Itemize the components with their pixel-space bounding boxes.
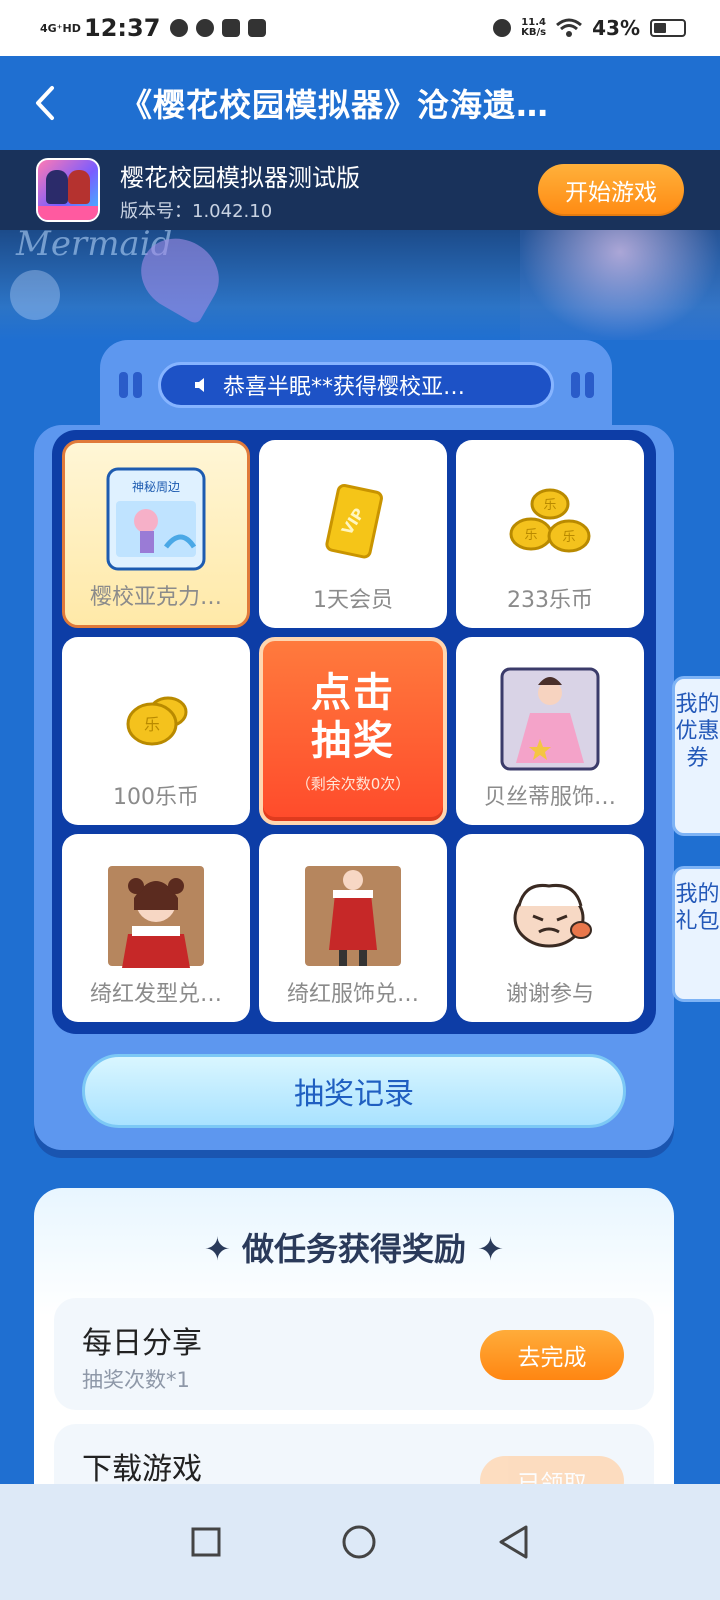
prize-cell: 乐 乐 乐 233乐币 xyxy=(456,440,644,628)
prize-cell: 绮红发型兑… xyxy=(62,834,250,1022)
hero-banner: Mermaid xyxy=(0,230,720,340)
coins-stack-icon: 乐 乐 乐 xyxy=(498,470,602,574)
red-outfit-icon xyxy=(301,864,405,968)
prize-label: 贝丝蒂服饰… xyxy=(483,785,616,810)
thanks-face-icon xyxy=(498,864,602,968)
coin-glyph: 乐 xyxy=(524,528,537,543)
tasks-title: ✦ 做任务获得奖励 ✦ xyxy=(204,1230,504,1268)
wifi-icon xyxy=(556,18,583,37)
prize-label: 樱校亚克力… xyxy=(89,585,222,610)
coin-glyph: 乐 xyxy=(562,530,575,545)
prize-cell: 绮红服饰兑… xyxy=(259,834,447,1022)
acrylic-title: 神秘周边 xyxy=(132,480,180,494)
tasks-panel: ✦ 做任务获得奖励 ✦ 每日分享 抽奖次数*1 去完成 下载游戏 已领取 xyxy=(34,1188,674,1536)
prize-label: 233乐币 xyxy=(507,588,593,613)
marquee-box: 恭喜半眠**获得樱校亚… xyxy=(158,362,554,408)
prize-label: 绮红发型兑… xyxy=(89,982,222,1007)
prize-cell: 谢谢参与 xyxy=(456,834,644,1022)
cloud-icon xyxy=(196,19,215,37)
acrylic-card-icon: 神秘周边 xyxy=(104,467,208,571)
winner-marquee: 恭喜半眠**获得樱校亚… xyxy=(110,355,602,415)
home-circle-icon[interactable] xyxy=(341,1524,377,1560)
task-name: 每日分享 xyxy=(82,1326,202,1361)
vip-card-icon: VIP xyxy=(301,470,405,574)
prize-grid: 神秘周边 樱校亚克力… VIP 1天会员 乐 乐 乐 233乐币 乐 100乐币… xyxy=(52,430,656,1034)
coin-glyph: 乐 xyxy=(543,498,556,513)
my-coupons-tab[interactable]: 我的优惠券 xyxy=(672,676,720,836)
prize-label: 1天会员 xyxy=(313,588,393,613)
play-icon-2 xyxy=(248,19,267,37)
coins-icon: 乐 xyxy=(104,667,208,771)
my-gifts-tab[interactable]: 我的礼包 xyxy=(672,866,720,1002)
battery-icon xyxy=(650,19,686,37)
draw-remaining: （剩余次数0次） xyxy=(295,774,411,793)
chevron-left-icon xyxy=(36,86,54,120)
task-row: 每日分享 抽奖次数*1 去完成 xyxy=(54,1298,654,1410)
page-title: 《樱花校园模拟器》沧海遗… xyxy=(120,86,550,124)
task-desc: 抽奖次数*1 xyxy=(82,1368,190,1392)
clock: 12:37 xyxy=(84,14,161,42)
game-name: 樱花校园模拟器测试版 xyxy=(120,163,360,192)
character-art xyxy=(520,230,720,340)
net-speed: 11.4 KB/s xyxy=(521,18,546,38)
complete-task-button[interactable]: 去完成 xyxy=(480,1330,624,1380)
battery-percent: 43% xyxy=(592,16,640,40)
pink-dress-icon xyxy=(498,667,602,771)
red-hair-avatar-icon xyxy=(104,864,208,968)
prize-label: 绮红服饰兑… xyxy=(286,982,419,1007)
prize-cell: 贝丝蒂服饰… xyxy=(456,637,644,825)
recents-square-icon[interactable] xyxy=(190,1526,222,1558)
prize-label: 谢谢参与 xyxy=(505,982,594,1007)
draw-record-button[interactable]: 抽奖记录 xyxy=(82,1054,626,1128)
game-strip: 樱花校园模拟器测试版 版本号：1.042.10 开始游戏 xyxy=(0,150,720,230)
speaker-icon xyxy=(195,378,204,392)
play-icon xyxy=(222,19,241,37)
system-nav-bar xyxy=(0,1484,720,1600)
prize-cell: VIP 1天会员 xyxy=(259,440,447,628)
alarm-icon xyxy=(493,19,512,37)
marquee-text: 恭喜半眠**获得樱校亚… xyxy=(223,375,466,400)
back-button[interactable] xyxy=(0,56,90,150)
draw-label-line2: 抽奖 xyxy=(311,717,395,764)
fire-icon xyxy=(170,19,189,37)
network-indicator: 4G⁺HD xyxy=(40,21,81,35)
game-version: 版本号：1.042.10 xyxy=(120,200,273,222)
prize-label: 100乐币 xyxy=(113,785,199,810)
title-bar: 《樱花校园模拟器》沧海遗… xyxy=(0,56,720,150)
shell-art xyxy=(10,270,60,320)
pause-decor-icon-right xyxy=(562,372,602,398)
prize-cell: 乐 100乐币 xyxy=(62,637,250,825)
coin-glyph: 乐 xyxy=(144,715,160,734)
status-bar: 4G⁺HD 12:37 11.4 KB/s 43% xyxy=(0,0,720,56)
task-name: 下载游戏 xyxy=(82,1452,202,1487)
prize-cell: 神秘周边 樱校亚克力… xyxy=(62,440,250,628)
net-speed-unit: KB/s xyxy=(521,27,547,38)
back-triangle-icon[interactable] xyxy=(496,1524,530,1560)
game-icon[interactable] xyxy=(36,158,100,222)
draw-button[interactable]: 点击 抽奖 （剩余次数0次） xyxy=(259,637,447,825)
draw-label-line1: 点击 xyxy=(311,669,395,716)
pause-decor-icon xyxy=(110,372,150,398)
start-game-button[interactable]: 开始游戏 xyxy=(538,164,684,216)
